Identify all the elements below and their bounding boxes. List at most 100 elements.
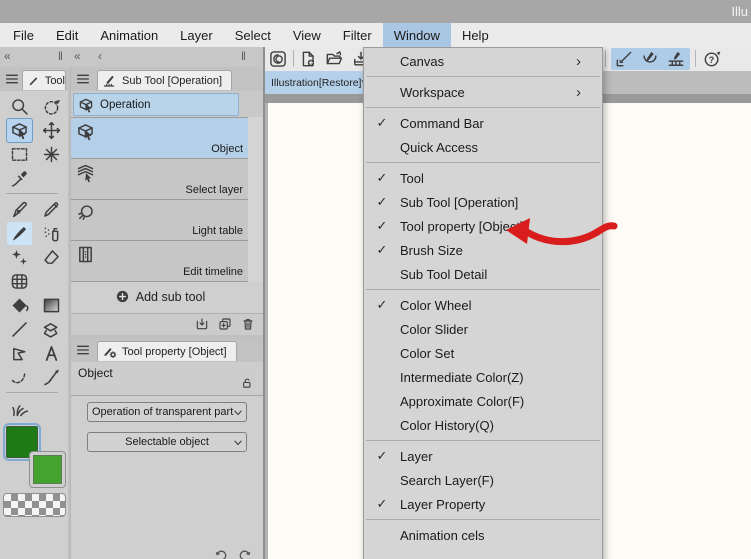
panel-handle-icon[interactable]: ‖ (58, 49, 63, 63)
subtool-scroll-track[interactable] (248, 117, 263, 282)
move-tool[interactable] (39, 119, 64, 142)
operation-tool[interactable] (6, 117, 33, 143)
transparent-color-swatch[interactable] (3, 493, 66, 517)
sub-color-swatch[interactable] (29, 451, 66, 488)
menu-separator (366, 76, 600, 77)
text-tool[interactable] (39, 342, 64, 365)
menubar-item-edit[interactable]: Edit (45, 23, 89, 47)
tab-tool-property[interactable]: Tool property [Object] (97, 341, 237, 361)
eyedropper-tool[interactable] (7, 167, 32, 190)
panel-menu-icon[interactable] (74, 342, 92, 358)
operation-tool-icon (75, 121, 96, 142)
collapse-panel-icon[interactable]: « (4, 49, 11, 63)
command-bar-divider (695, 50, 696, 67)
eraser-tool-icon (41, 247, 62, 268)
menu-item-label: Tool (400, 170, 424, 186)
polyline-tool[interactable] (7, 342, 32, 365)
document-tab[interactable]: Illustration[Restore]* (265, 71, 372, 94)
tool-group-separator (0, 190, 64, 197)
window-menu-item-search-layer-f[interactable]: Search Layer(F) (364, 468, 602, 492)
new-file-icon[interactable] (298, 49, 318, 69)
collapse-panel-icon[interactable]: ‹ (98, 49, 102, 63)
open-file-icon[interactable] (324, 49, 344, 69)
menubar-item-help[interactable]: Help (451, 23, 500, 47)
menubar-item-filter[interactable]: Filter (332, 23, 383, 47)
check-icon: ✓ (376, 170, 388, 185)
subtool-item-light-table[interactable]: Light table (71, 200, 249, 241)
rotate-tool[interactable] (39, 95, 64, 118)
zoom-tool[interactable] (7, 95, 32, 118)
window-menu-item-quick-access[interactable]: Quick Access (364, 135, 602, 159)
import-subtool-icon[interactable] (194, 316, 210, 332)
transparent-part-dropdown[interactable]: Operation of transparent part (87, 402, 247, 422)
window-menu-item-sub-tool-operation[interactable]: ✓ Sub Tool [Operation] (364, 190, 602, 214)
window-menu-item-command-bar[interactable]: ✓ Command Bar (364, 111, 602, 135)
snap-to-grid-icon[interactable] (666, 49, 686, 69)
lock-open-icon[interactable] (239, 375, 254, 390)
gradient-tool[interactable] (39, 294, 64, 317)
decoration-tool[interactable] (7, 246, 32, 269)
window-menu-item-layer-property[interactable]: ✓ Layer Property (364, 492, 602, 516)
panel-handle-icon[interactable]: ‖ (241, 49, 246, 63)
eraser-tool[interactable] (39, 246, 64, 269)
tab-subtool-label: Sub Tool [Operation] (122, 74, 223, 87)
figure-tool[interactable] (39, 318, 64, 341)
snap-to-ruler-icon[interactable] (614, 49, 634, 69)
menubar-item-animation[interactable]: Animation (89, 23, 169, 47)
subtool-item-select-layer[interactable]: Select layer (71, 159, 249, 200)
reset-settings-icon[interactable] (213, 548, 229, 559)
blend-tool[interactable] (7, 270, 32, 293)
window-menu-item-intermediate-color-z[interactable]: Intermediate Color(Z) (364, 365, 602, 389)
frame-border-tool[interactable] (7, 366, 32, 389)
panel-menu-icon[interactable] (3, 71, 21, 87)
fill-tool[interactable] (7, 294, 32, 317)
menubar-item-file[interactable]: File (2, 23, 45, 47)
delete-subtool-icon[interactable] (240, 316, 256, 332)
window-menu-item-layer[interactable]: ✓ Layer (364, 444, 602, 468)
pencil-tool[interactable] (39, 198, 64, 221)
panel-menu-icon[interactable] (74, 71, 92, 87)
pen-tool[interactable] (7, 198, 32, 221)
add-subtool-button[interactable]: Add sub tool (71, 289, 249, 304)
auto-select-tool[interactable] (39, 143, 64, 166)
window-menu-item-color-wheel[interactable]: ✓ Color Wheel (364, 293, 602, 317)
collapse-panel-icon[interactable]: « (74, 49, 81, 63)
tool-group-separator (0, 389, 64, 396)
line-tool[interactable] (7, 318, 32, 341)
help-icon[interactable]: ? (702, 49, 722, 69)
subtool-group-operation[interactable]: Operation (73, 93, 239, 116)
edit-timeline-icon (75, 244, 96, 265)
reset-all-settings-icon[interactable] (237, 548, 253, 559)
clip-studio-icon[interactable] (268, 49, 288, 69)
window-menu-item-color-slider[interactable]: Color Slider (364, 317, 602, 341)
subtool-item-edit-timeline[interactable]: Edit timeline (71, 241, 249, 282)
menu-bar: File Edit Animation Layer Select View Filter Wi… (0, 23, 751, 47)
duplicate-subtool-icon[interactable] (217, 316, 233, 332)
menubar-item-window[interactable]: Window (382, 23, 451, 47)
window-menu-item-sub-tool-detail[interactable]: Sub Tool Detail (364, 262, 602, 286)
snap-to-special-ruler-icon[interactable] (640, 49, 660, 69)
window-menu-item-color-set[interactable]: Color Set (364, 341, 602, 365)
operation-tool-icon (9, 120, 30, 141)
menubar-item-layer[interactable]: Layer (169, 23, 224, 47)
subtool-item-label: Object (211, 143, 243, 155)
marquee-tool[interactable] (7, 143, 32, 166)
tab-subtool-operation[interactable]: Sub Tool [Operation] (97, 70, 233, 90)
window-menu-item-animation-cels[interactable]: Animation cels (364, 523, 602, 547)
brush-tool[interactable] (7, 221, 32, 245)
window-menu-item-tool[interactable]: ✓ Tool (364, 166, 602, 190)
correct-line-tool[interactable] (39, 366, 64, 389)
window-menu-item-color-history-q[interactable]: Color History(Q) (364, 413, 602, 437)
menubar-item-view[interactable]: View (282, 23, 332, 47)
selectable-object-dropdown[interactable]: Selectable object (87, 432, 247, 452)
tab-tool[interactable]: Tool (22, 70, 66, 90)
window-menu-item-canvas[interactable]: Canvas › (364, 49, 602, 73)
window-menu-item-workspace[interactable]: Workspace › (364, 80, 602, 104)
grass-tool[interactable] (7, 397, 32, 420)
airbrush-tool[interactable] (39, 222, 64, 245)
document-tab-label: Illustration[Restore]* (271, 76, 366, 89)
tool-panel: Tool (0, 67, 68, 559)
window-menu-item-approximate-color-f[interactable]: Approximate Color(F) (364, 389, 602, 413)
menubar-item-select[interactable]: Select (224, 23, 282, 47)
subtool-item-object[interactable]: Object (71, 118, 249, 159)
